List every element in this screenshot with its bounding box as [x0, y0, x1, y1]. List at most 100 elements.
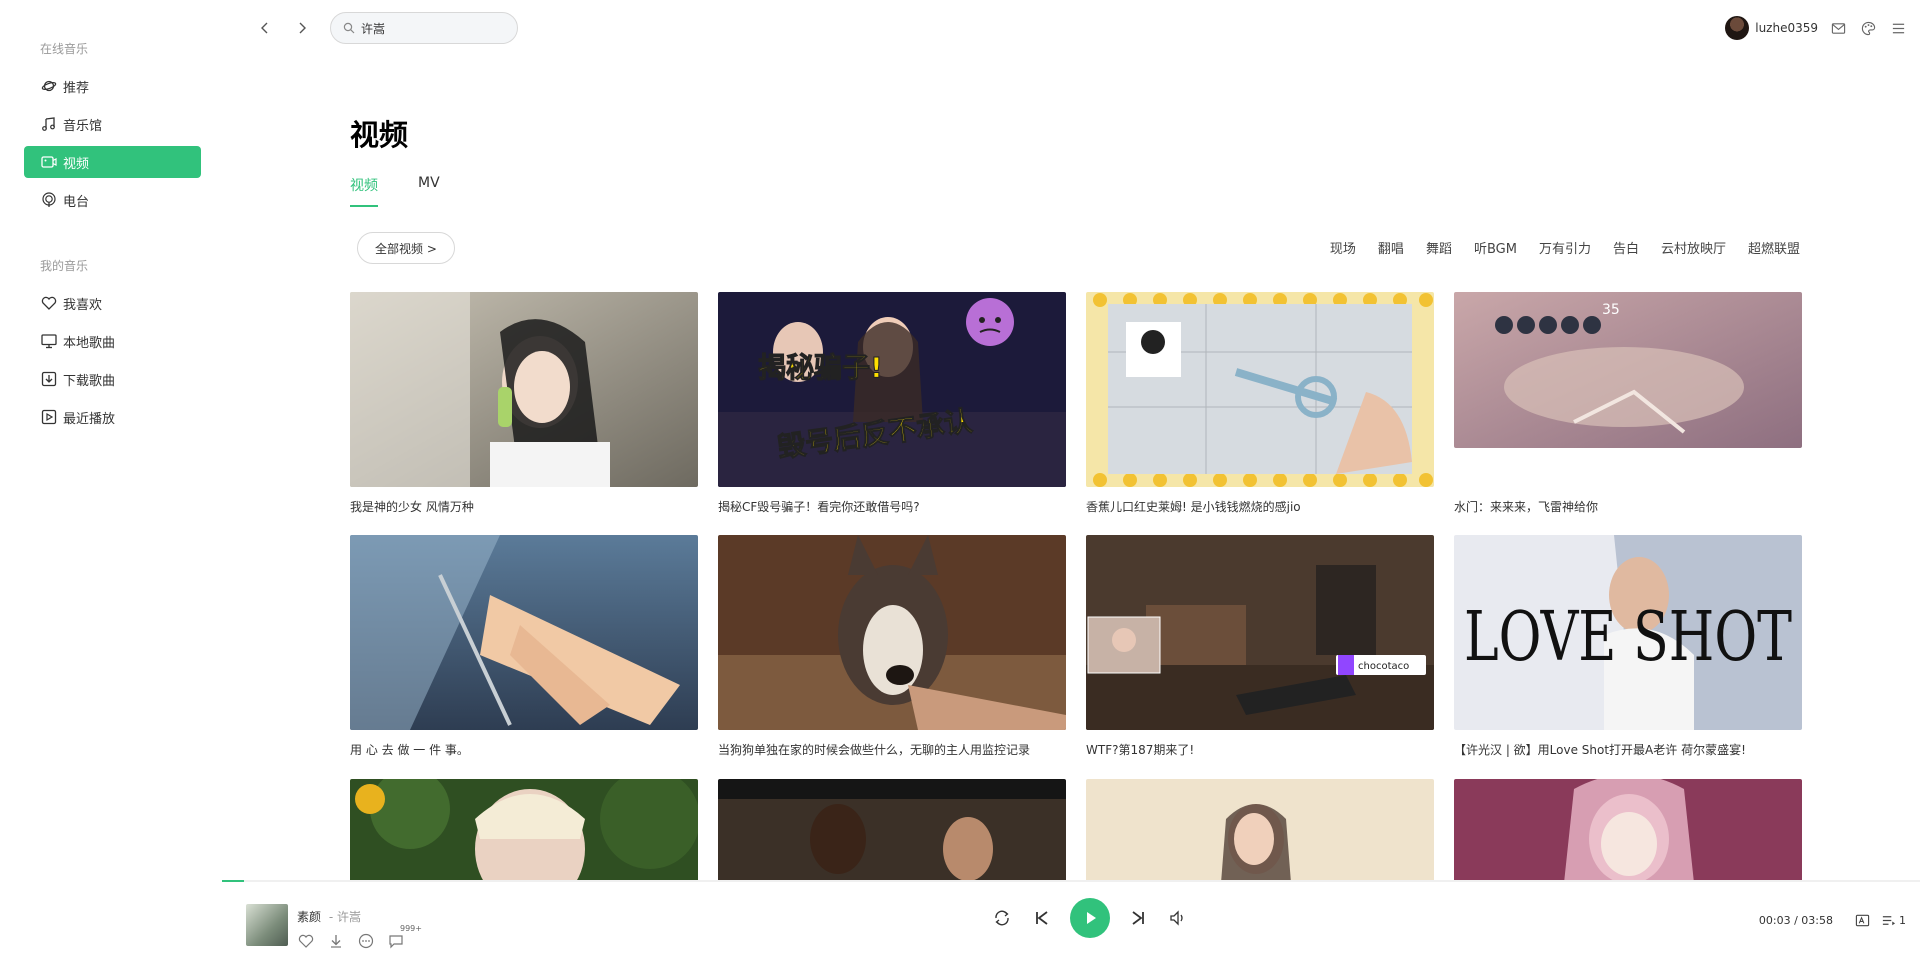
- tag-cinema[interactable]: 云村放映厅: [1661, 238, 1726, 257]
- video-card[interactable]: 当狗狗单独在家的时候会做些什么，无聊的主人用监控记录: [718, 535, 1066, 758]
- radio-icon: [41, 192, 57, 208]
- like-button[interactable]: [297, 932, 315, 950]
- sidebar-item-favorites[interactable]: 我喜欢: [24, 287, 201, 319]
- sidebar-item-label: 电台: [63, 194, 90, 210]
- song-title[interactable]: 素颜: [297, 910, 321, 924]
- sidebar-item-video[interactable]: 视频: [24, 146, 201, 178]
- lyrics-icon: [1855, 914, 1869, 926]
- video-card[interactable]: 我是神的少女 风情万种: [350, 292, 698, 515]
- comment-count-badge: 999+: [400, 924, 422, 933]
- download-icon: [331, 935, 341, 948]
- song-artist[interactable]: - 许嵩: [329, 910, 361, 924]
- tag-burning[interactable]: 超燃联盟: [1748, 238, 1800, 257]
- player-bar: 素颜 - 许嵩 999+ 00:03 / 03:58 1: [222, 880, 1920, 961]
- video-thumbnail: 35: [1454, 292, 1802, 448]
- playlist-button[interactable]: [1879, 911, 1897, 929]
- forward-button[interactable]: [291, 17, 313, 39]
- video-card[interactable]: 揭秘骗子! 毁号后反不承认 揭秘CF毁号骗子！看完你还敢借号吗?: [718, 292, 1066, 515]
- top-bar: luzhe0359: [222, 0, 1920, 56]
- volume-button[interactable]: [1167, 907, 1189, 929]
- thumb-text-love-shot: LOVE SHOT: [1464, 598, 1792, 677]
- sidebar-item-recent[interactable]: 最近播放: [24, 401, 201, 433]
- tag-dance[interactable]: 舞蹈: [1426, 238, 1452, 257]
- username[interactable]: luzhe0359: [1755, 21, 1818, 35]
- song-info: 素颜 - 许嵩: [297, 908, 361, 925]
- progress-fill: [222, 880, 245, 882]
- sidebar-item-downloads[interactable]: 下载歌曲: [24, 363, 201, 395]
- thumb-text-chocotaco: chocotaco: [1358, 661, 1409, 672]
- video-title[interactable]: 【许光汉 | 欲】用Love Shot打开最A老许 荷尔蒙盛宴!: [1454, 741, 1802, 758]
- video-card[interactable]: [718, 779, 1066, 883]
- music-note-icon: [41, 116, 57, 132]
- all-videos-button[interactable]: 全部视频 >: [357, 232, 455, 264]
- search-box[interactable]: [330, 12, 518, 44]
- video-card[interactable]: [1454, 779, 1802, 883]
- video-thumbnail: [1454, 779, 1802, 883]
- video-card[interactable]: 用 心 去 做 一 件 事。: [350, 535, 698, 758]
- video-card[interactable]: [1086, 779, 1434, 883]
- video-card[interactable]: [350, 779, 698, 883]
- video-thumbnail: [1086, 779, 1434, 883]
- video-thumbnail: [718, 779, 1066, 883]
- loop-mode-button[interactable]: [991, 907, 1013, 929]
- sidebar-item-radio[interactable]: 电台: [24, 184, 201, 216]
- previous-icon: [1036, 911, 1048, 925]
- video-title[interactable]: 我是神的少女 风情万种: [350, 498, 698, 515]
- chevron-left-icon: [261, 22, 268, 34]
- video-title[interactable]: 香蕉儿口红史莱姆! 是小钱钱燃烧的感jio: [1086, 498, 1434, 515]
- next-button[interactable]: [1127, 907, 1149, 929]
- sidebar-item-recommend[interactable]: 推荐: [24, 70, 201, 102]
- progress-track[interactable]: [222, 880, 1920, 882]
- video-icon: [41, 154, 57, 170]
- playback-controls: [982, 898, 1198, 938]
- tab-mv[interactable]: MV: [418, 175, 440, 207]
- mail-icon[interactable]: [1830, 20, 1846, 36]
- sidebar-item-label: 推荐: [63, 80, 90, 96]
- heart-icon: [298, 934, 314, 948]
- menu-icon[interactable]: [1890, 20, 1906, 36]
- download-button[interactable]: [327, 932, 345, 950]
- video-title[interactable]: WTF?第187期来了!: [1086, 741, 1434, 758]
- tag-live[interactable]: 现场: [1330, 238, 1356, 257]
- video-card[interactable]: 香蕉儿口红史莱姆! 是小钱钱燃烧的感jio: [1086, 292, 1434, 515]
- tag-bgm[interactable]: 听BGM: [1474, 238, 1517, 257]
- previous-button[interactable]: [1031, 907, 1053, 929]
- playlist-count: 1: [1899, 913, 1906, 927]
- video-title[interactable]: 揭秘CF毁号骗子！看完你还敢借号吗?: [718, 498, 1066, 515]
- more-button[interactable]: [357, 932, 375, 950]
- play-icon: [1087, 912, 1096, 924]
- sidebar-item-music-hall[interactable]: 音乐馆: [24, 108, 201, 140]
- next-icon: [1132, 911, 1144, 925]
- video-thumbnail: [350, 292, 698, 487]
- back-button[interactable]: [254, 17, 276, 39]
- video-card[interactable]: chocotaco WTF?第187期来了!: [1086, 535, 1434, 758]
- video-thumbnail: chocotaco: [1086, 535, 1434, 730]
- more-icon: [358, 933, 374, 949]
- sidebar-section-online: 在线音乐: [40, 42, 89, 56]
- sidebar-item-label: 视频: [63, 156, 90, 172]
- search-input[interactable]: [361, 21, 501, 35]
- sidebar-item-local-songs[interactable]: 本地歌曲: [24, 325, 201, 357]
- sidebar-item-label: 音乐馆: [63, 118, 103, 134]
- comment-button[interactable]: 999+: [387, 924, 422, 950]
- avatar[interactable]: [1725, 16, 1750, 40]
- video-card[interactable]: LOVE SHOT 【许光汉 | 欲】用Love Shot打开最A老许 荷尔蒙盛…: [1454, 535, 1802, 758]
- tag-confession[interactable]: 告白: [1613, 238, 1639, 257]
- tag-gravity[interactable]: 万有引力: [1539, 238, 1591, 257]
- tab-video[interactable]: 视频: [350, 175, 378, 207]
- album-cover[interactable]: [246, 904, 288, 946]
- video-title[interactable]: 当狗狗单独在家的时候会做些什么，无聊的主人用监控记录: [718, 741, 1066, 758]
- volume-icon: [1170, 910, 1183, 926]
- video-title[interactable]: 用 心 去 做 一 件 事。: [350, 741, 698, 758]
- tag-cover[interactable]: 翻唱: [1378, 238, 1404, 257]
- playlist-icon: [1882, 915, 1895, 925]
- play-button[interactable]: [1070, 898, 1110, 938]
- video-title[interactable]: 水门：来来来，飞雷神给你: [1454, 498, 1802, 515]
- skin-palette-icon[interactable]: [1860, 20, 1876, 36]
- sidebar-item-label: 本地歌曲: [63, 335, 116, 351]
- video-thumbnail: [350, 535, 698, 730]
- video-card[interactable]: 35 水门：来来来，飞雷神给你: [1454, 292, 1802, 515]
- song-actions: 999+: [297, 924, 422, 950]
- lyrics-button[interactable]: [1853, 911, 1871, 929]
- video-thumbnail: 揭秘骗子! 毁号后反不承认: [718, 292, 1066, 487]
